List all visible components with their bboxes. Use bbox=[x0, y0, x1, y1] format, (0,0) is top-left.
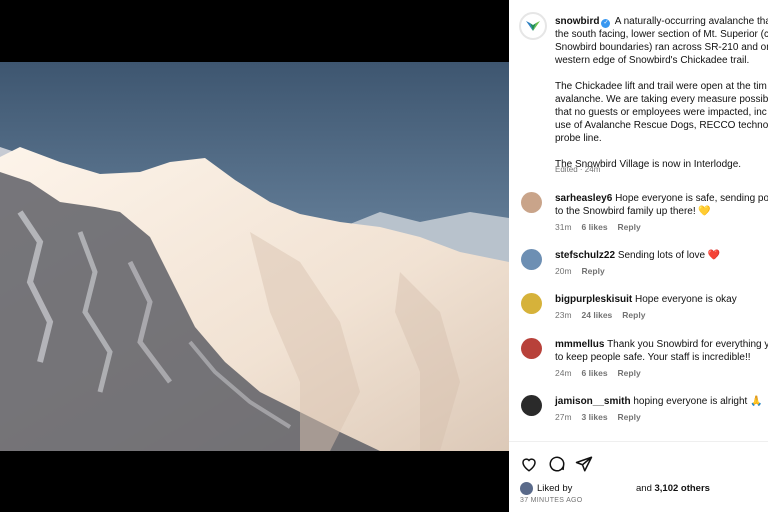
snowbird-logo-icon bbox=[526, 21, 540, 31]
verified-icon: ✓ bbox=[601, 19, 611, 28]
post-photo[interactable] bbox=[0, 62, 509, 451]
caption-text: snowbird ✓ A naturally-occurring avalanch… bbox=[555, 15, 768, 184]
edited-label: Edited · 24m bbox=[555, 165, 601, 174]
comment-username[interactable]: mmmellus bbox=[555, 339, 604, 350]
avatar[interactable] bbox=[521, 192, 542, 213]
comment-likes[interactable]: 3 likes bbox=[582, 412, 608, 422]
comment-username[interactable]: sarheasley6 bbox=[555, 193, 612, 204]
snowbird-avatar[interactable] bbox=[519, 12, 547, 40]
post-time-ago: 37 MINUTES AGO bbox=[520, 497, 583, 504]
caption-line: probe line. bbox=[555, 133, 602, 144]
comment-time: 24m bbox=[555, 368, 572, 378]
comment-text: to the Snowbird family up there! 💛 bbox=[555, 206, 711, 217]
post-username[interactable]: snowbird bbox=[555, 16, 599, 27]
reply-button[interactable]: Reply bbox=[622, 310, 645, 320]
comment-time: 31m bbox=[555, 222, 572, 232]
likes-others[interactable]: 3,102 others bbox=[655, 483, 710, 494]
comment-text: to keep people safe. Your staff is incre… bbox=[555, 352, 751, 363]
comment-likes[interactable]: 6 likes bbox=[582, 368, 608, 378]
comment-text: Hope everyone is okay bbox=[635, 294, 737, 305]
comment-text: Thank you Snowbird for everything y bbox=[607, 339, 768, 350]
comment-time: 23m bbox=[555, 310, 572, 320]
share-icon[interactable] bbox=[575, 455, 593, 473]
caption-line: use of Avalanche Rescue Dogs, RECCO tech… bbox=[555, 120, 768, 131]
comment-text: Hope everyone is safe, sending pos bbox=[615, 193, 768, 204]
comment-username[interactable]: stefschulz22 bbox=[555, 250, 615, 261]
caption-line: that no guests or employees were impacte… bbox=[555, 107, 767, 118]
avatar[interactable] bbox=[520, 482, 533, 495]
avatar[interactable] bbox=[521, 293, 542, 314]
comment-icon[interactable] bbox=[548, 455, 566, 473]
caption-line: western edge of Snowbird's Chickadee tra… bbox=[555, 55, 750, 66]
avatar[interactable] bbox=[521, 249, 542, 270]
reply-button[interactable]: Reply bbox=[618, 412, 641, 422]
post-panel: snowbird ✓ A naturally-occurring avalanch… bbox=[509, 0, 768, 512]
caption-line: the south facing, lower section of Mt. S… bbox=[555, 29, 768, 40]
reply-button[interactable]: Reply bbox=[618, 222, 641, 232]
comment-username[interactable]: bigpurpleskisuit bbox=[555, 294, 632, 305]
comment-likes[interactable]: 6 likes bbox=[582, 222, 608, 232]
reply-button[interactable]: Reply bbox=[618, 368, 641, 378]
caption-line: A naturally-occurring avalanche tha bbox=[614, 16, 768, 27]
liked-by-label[interactable]: Liked by bbox=[537, 483, 572, 494]
caption-line: Snowbird boundaries) ran across SR-210 a… bbox=[555, 42, 768, 53]
likes-count[interactable]: and 3,102 others bbox=[636, 483, 710, 494]
comment-likes[interactable]: 24 likes bbox=[582, 310, 613, 320]
comment-username[interactable]: jamison__smith bbox=[555, 396, 631, 407]
reply-button[interactable]: Reply bbox=[582, 266, 605, 276]
comment-text: Sending lots of love ❤️ bbox=[617, 250, 721, 261]
avatar[interactable] bbox=[521, 395, 542, 416]
comment-text: hoping everyone is alright 🙏 bbox=[633, 396, 763, 407]
caption-line: avalanche. We are taking every measure p… bbox=[555, 94, 768, 105]
avatar[interactable] bbox=[521, 338, 542, 359]
comment-time: 27m bbox=[555, 412, 572, 422]
post-media bbox=[0, 0, 509, 512]
heart-icon[interactable] bbox=[520, 455, 538, 473]
comment-time: 20m bbox=[555, 266, 572, 276]
mountain-photo bbox=[0, 62, 509, 451]
and-label: and bbox=[636, 483, 652, 494]
caption-line: The Chickadee lift and trail were open a… bbox=[555, 81, 767, 92]
